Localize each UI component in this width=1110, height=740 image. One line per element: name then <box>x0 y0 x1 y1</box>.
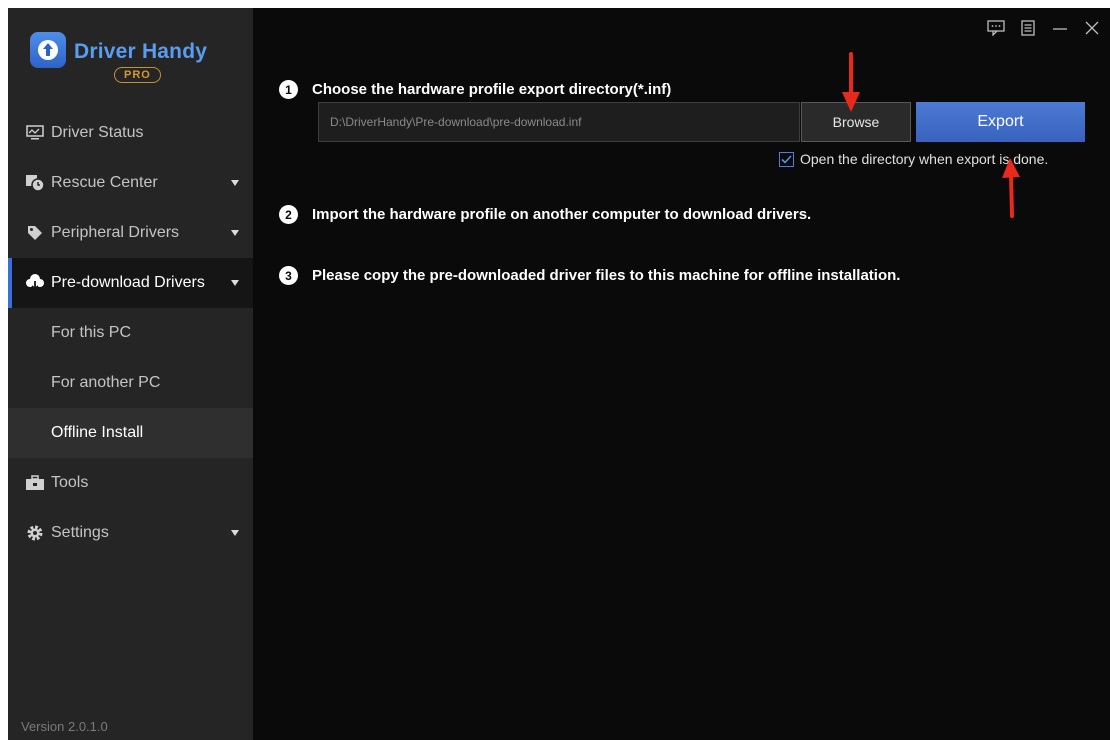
step-number-badge: 3 <box>279 266 298 285</box>
sidebar-item-tools[interactable]: Tools <box>8 458 253 508</box>
sidebar-subitem-offline-install[interactable]: Offline Install <box>8 408 253 458</box>
sidebar-item-label: Tools <box>51 474 89 491</box>
tag-icon <box>25 223 45 243</box>
app-window: Driver Handy PRO Driver Status Rescue Ce… <box>8 8 1110 740</box>
sidebar: Driver Handy PRO Driver Status Rescue Ce… <box>8 8 253 740</box>
sidebar-nav: Driver Status Rescue Center Peripheral D… <box>8 108 253 558</box>
step-3: 3 Please copy the pre-downloaded driver … <box>279 266 900 285</box>
menu-icon[interactable] <box>1018 18 1038 38</box>
step-text: Choose the hardware profile export direc… <box>312 81 672 98</box>
step-2: 2 Import the hardware profile on another… <box>279 205 811 224</box>
cloud-download-icon <box>25 273 45 293</box>
sidebar-subitem-for-this-pc[interactable]: For this PC <box>8 308 253 358</box>
feedback-icon[interactable] <box>986 18 1006 38</box>
driver-handy-logo-icon <box>30 32 66 68</box>
sidebar-item-label: Settings <box>51 524 109 541</box>
sidebar-item-peripheral-drivers[interactable]: Peripheral Drivers <box>8 208 253 258</box>
chevron-down-icon <box>231 230 239 236</box>
annotation-arrow-up <box>1002 158 1020 218</box>
gear-icon <box>25 523 45 543</box>
monitor-icon <box>25 123 45 143</box>
sidebar-item-rescue-center[interactable]: Rescue Center <box>8 158 253 208</box>
sidebar-item-pre-download-drivers[interactable]: Pre-download Drivers <box>8 258 253 308</box>
chevron-down-icon <box>231 530 239 536</box>
sidebar-item-label: Peripheral Drivers <box>51 224 180 241</box>
step-number-badge: 1 <box>279 80 298 99</box>
pro-badge: PRO <box>114 67 161 83</box>
step-text: Please copy the pre-downloaded driver fi… <box>312 267 901 284</box>
app-logo: Driver Handy PRO <box>8 8 253 108</box>
sidebar-item-label: Rescue Center <box>51 174 158 191</box>
toolbox-icon <box>25 473 45 493</box>
minimize-icon[interactable] <box>1050 18 1070 38</box>
version-label: Version 2.0.1.0 <box>21 719 108 734</box>
rescue-icon <box>25 173 45 193</box>
sidebar-subitem-for-another-pc[interactable]: For another PC <box>8 358 253 408</box>
app-name: Driver Handy <box>74 40 208 63</box>
sidebar-subitem-label: Offline Install <box>51 424 144 441</box>
main-panel: 1 Choose the hardware profile export dir… <box>253 8 1110 740</box>
chevron-down-icon <box>231 280 239 286</box>
sidebar-subitem-label: For another PC <box>51 374 161 391</box>
sidebar-subitem-label: For this PC <box>51 324 132 341</box>
close-icon[interactable] <box>1082 18 1102 38</box>
sidebar-item-settings[interactable]: Settings <box>8 508 253 558</box>
open-directory-checkbox[interactable] <box>779 151 794 167</box>
sidebar-item-driver-status[interactable]: Driver Status <box>8 108 253 158</box>
step-text: Import the hardware profile on another c… <box>312 206 812 223</box>
window-controls <box>986 18 1102 38</box>
export-path-field[interactable] <box>318 102 800 142</box>
chevron-down-icon <box>231 180 239 186</box>
sidebar-item-label: Driver Status <box>51 124 144 141</box>
step-number-badge: 2 <box>279 205 298 224</box>
export-button[interactable]: Export <box>916 102 1085 142</box>
annotation-arrow-down <box>842 52 860 112</box>
sidebar-item-label: Pre-download Drivers <box>51 274 205 291</box>
step-1: 1 Choose the hardware profile export dir… <box>279 80 671 99</box>
